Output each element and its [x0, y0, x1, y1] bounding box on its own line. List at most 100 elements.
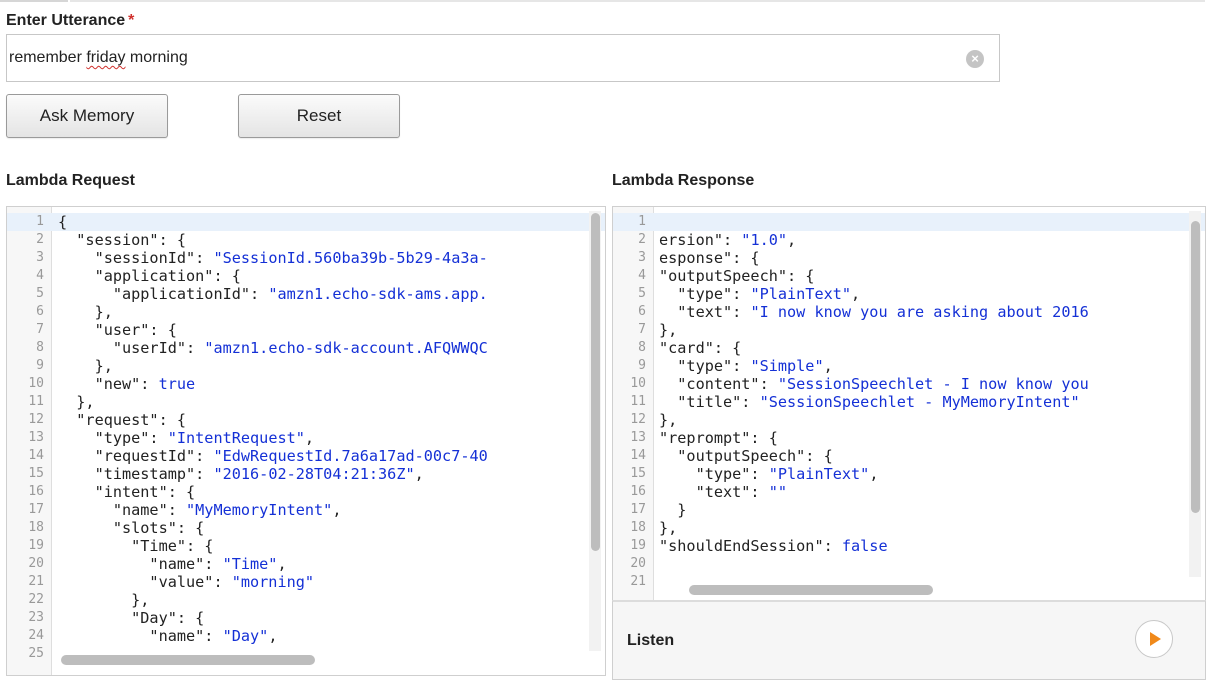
request-vertical-thumb[interactable] [591, 213, 600, 551]
code-line[interactable]: 2 "session": { [7, 231, 605, 249]
code-line[interactable]: 1{ [7, 213, 605, 231]
code-line[interactable]: 20 "name": "Time", [7, 555, 605, 573]
code-line[interactable]: 15 "timestamp": "2016-02-28T04:21:36Z", [7, 465, 605, 483]
code-line[interactable]: 9 }, [7, 357, 605, 375]
code-text: }, [659, 519, 678, 537]
code-text: "sessionId": "SessionId.560ba39b-5b29-4a… [58, 249, 488, 267]
request-vertical-scrollbar[interactable] [589, 211, 601, 651]
utterance-input[interactable]: remember friday morning × [6, 34, 1000, 82]
code-line[interactable]: 5 "type": "PlainText", [613, 285, 1205, 303]
line-number: 12 [630, 412, 646, 427]
code-text: "timestamp": "2016-02-28T04:21:36Z", [58, 465, 424, 483]
code-line[interactable]: 10 "new": true [7, 375, 605, 393]
code-line[interactable]: 3 esponse": { [613, 249, 1205, 267]
line-number: 25 [28, 646, 44, 661]
line-number: 13 [28, 430, 44, 445]
code-line[interactable]: 11 "title": "SessionSpeechlet - MyMemory… [613, 393, 1205, 411]
line-number: 4 [638, 268, 646, 283]
code-text: "Day": { [58, 609, 205, 627]
code-line[interactable]: 11 }, [7, 393, 605, 411]
code-line[interactable]: 13 "type": "IntentRequest", [7, 429, 605, 447]
code-line[interactable]: 19 "Time": { [7, 537, 605, 555]
code-line[interactable]: 23 "Day": { [7, 609, 605, 627]
code-line[interactable]: 10 "content": "SessionSpeechlet - I now … [613, 375, 1205, 393]
code-line[interactable]: 7}, [613, 321, 1205, 339]
line-number: 20 [630, 556, 646, 571]
code-line[interactable]: 6 }, [7, 303, 605, 321]
code-text: "content": "SessionSpeechlet - I now kno… [659, 375, 1089, 393]
utterance-label-text: Enter Utterance [6, 12, 126, 29]
line-number: 8 [36, 340, 44, 355]
code-text: }, [659, 321, 678, 339]
response-vertical-scrollbar[interactable] [1189, 211, 1201, 577]
code-line[interactable]: 3 "sessionId": "SessionId.560ba39b-5b29-… [7, 249, 605, 267]
code-line[interactable]: 22 }, [7, 591, 605, 609]
response-horizontal-thumb[interactable] [689, 585, 933, 595]
code-line[interactable]: 13 "reprompt": { [613, 429, 1205, 447]
ask-memory-button[interactable]: Ask Memory [6, 94, 168, 138]
code-line[interactable]: 5 "applicationId": "amzn1.echo-sdk-ams.a… [7, 285, 605, 303]
line-number: 3 [638, 250, 646, 265]
code-line[interactable]: 12}, [613, 411, 1205, 429]
line-number: 16 [28, 484, 44, 499]
code-line[interactable]: 24 "name": "Day", [7, 627, 605, 645]
code-line[interactable]: 17 } [613, 501, 1205, 519]
code-text: "session": { [58, 231, 187, 249]
lambda-request-title: Lambda Request [6, 172, 135, 189]
play-button[interactable] [1135, 620, 1173, 658]
code-line[interactable]: 18 "slots": { [7, 519, 605, 537]
code-line[interactable]: 7 "user": { [7, 321, 605, 339]
line-number: 7 [36, 322, 44, 337]
code-line[interactable]: 12 "request": { [7, 411, 605, 429]
code-line[interactable]: 20 [613, 555, 1205, 573]
line-number: 7 [638, 322, 646, 337]
request-horizontal-thumb[interactable] [61, 655, 315, 665]
code-text: "requestId": "EdwRequestId.7a6a17ad-00c7… [58, 447, 488, 465]
code-line[interactable]: 8 "card": { [613, 339, 1205, 357]
code-line[interactable]: 2 ersion": "1.0", [613, 231, 1205, 249]
code-line[interactable]: 4 "outputSpeech": { [613, 267, 1205, 285]
code-text: "user": { [58, 321, 177, 339]
tab-underline [0, 0, 68, 2]
required-mark: * [128, 12, 135, 29]
code-line[interactable]: 8 "userId": "amzn1.echo-sdk-account.AFQW… [7, 339, 605, 357]
code-line[interactable]: 21 "value": "morning" [7, 573, 605, 591]
code-line[interactable]: 1 [613, 213, 1205, 231]
utterance-label: Enter Utterance * [6, 12, 134, 30]
code-text: { [58, 213, 68, 231]
code-line[interactable]: 19 "shouldEndSession": false [613, 537, 1205, 555]
line-number: 2 [36, 232, 44, 247]
line-number: 5 [638, 286, 646, 301]
code-text: "outputSpeech": { [659, 447, 833, 465]
code-text: "text": "" [659, 483, 788, 501]
code-text: }, [58, 393, 95, 411]
clear-icon[interactable]: × [966, 50, 984, 68]
code-line[interactable]: 14 "requestId": "EdwRequestId.7a6a17ad-0… [7, 447, 605, 465]
code-text: "type": "IntentRequest", [58, 429, 315, 447]
utterance-input-value[interactable]: remember friday morning [9, 49, 188, 67]
line-number: 6 [638, 304, 646, 319]
reset-button[interactable]: Reset [238, 94, 400, 138]
code-text: }, [58, 591, 150, 609]
code-line[interactable]: 18}, [613, 519, 1205, 537]
code-line[interactable]: 14 "outputSpeech": { [613, 447, 1205, 465]
code-text: "new": true [58, 375, 196, 393]
response-code[interactable]: 1 2 ersion": "1.0", 3 esponse": {4 "outputSpe… [613, 213, 1205, 591]
top-divider [70, 0, 1205, 2]
code-line[interactable]: 16 "text": "" [613, 483, 1205, 501]
line-number: 15 [28, 466, 44, 481]
line-number: 12 [28, 412, 44, 427]
response-vertical-thumb[interactable] [1191, 221, 1200, 513]
code-text: "reprompt": { [659, 429, 778, 447]
code-line[interactable]: 6 "text": "I now know you are asking abo… [613, 303, 1205, 321]
code-line[interactable]: 4 "application": { [7, 267, 605, 285]
code-line[interactable]: 16 "intent": { [7, 483, 605, 501]
code-line[interactable]: 15 "type": "PlainText", [613, 465, 1205, 483]
code-line[interactable]: 9 "type": "Simple", [613, 357, 1205, 375]
code-text: "shouldEndSession": false [659, 537, 888, 555]
code-line[interactable]: 17 "name": "MyMemoryIntent", [7, 501, 605, 519]
request-code[interactable]: 1{2 "session": {3 "sessionId": "SessionI… [7, 213, 605, 663]
request-editor[interactable]: 1{2 "session": {3 "sessionId": "SessionI… [6, 206, 606, 676]
response-editor[interactable]: 1 2 ersion": "1.0", 3 esponse": {4 "outputSpe… [612, 206, 1206, 602]
line-number: 10 [630, 376, 646, 391]
